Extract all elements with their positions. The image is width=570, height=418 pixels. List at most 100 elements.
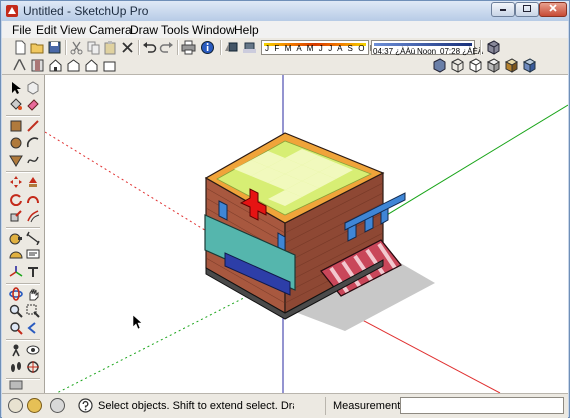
zoom-window-icon[interactable] bbox=[26, 304, 40, 318]
shadow-month-slider[interactable]: J F M A M J J A S O N D bbox=[261, 40, 387, 55]
shaded-textures-icon[interactable] bbox=[504, 58, 519, 73]
toolbar-separator bbox=[65, 40, 67, 55]
orbit-icon[interactable] bbox=[9, 287, 23, 301]
menu-tools[interactable]: Tools bbox=[161, 23, 189, 37]
shadows-toggle-icon[interactable] bbox=[224, 40, 239, 55]
tape-measure-icon[interactable] bbox=[9, 231, 23, 245]
print-icon[interactable] bbox=[181, 40, 196, 55]
scene-canvas[interactable] bbox=[45, 75, 568, 393]
sketchup-app-icon[interactable] bbox=[5, 4, 19, 18]
user-icon[interactable] bbox=[50, 398, 65, 413]
rotate-icon[interactable] bbox=[9, 192, 23, 206]
select-icon[interactable] bbox=[9, 81, 23, 95]
toolbar-separator bbox=[220, 40, 222, 55]
cut-icon[interactable] bbox=[69, 40, 84, 55]
redo-icon[interactable] bbox=[159, 40, 174, 55]
time-start-label: 04:37 ¿ÀÀü bbox=[373, 47, 416, 56]
text-icon[interactable] bbox=[26, 248, 40, 262]
close-button[interactable] bbox=[539, 2, 567, 17]
mouse-cursor-icon bbox=[132, 314, 143, 330]
previous-icon[interactable] bbox=[26, 321, 40, 335]
minimize-button[interactable] bbox=[491, 2, 515, 17]
rectangle-icon[interactable] bbox=[9, 119, 23, 133]
wireframe-icon[interactable] bbox=[450, 58, 465, 73]
tool-separator bbox=[6, 227, 40, 229]
time-end-label: 07:28 ¿ÀÈÄ bbox=[440, 47, 484, 56]
minimize-icon bbox=[500, 9, 506, 11]
follow-me-icon[interactable] bbox=[26, 192, 40, 206]
protractor-icon[interactable] bbox=[9, 248, 23, 262]
menu-help[interactable]: Help bbox=[234, 23, 259, 37]
add-location-icon[interactable] bbox=[9, 380, 23, 390]
monochrome-icon[interactable] bbox=[522, 58, 537, 73]
large-tool-set bbox=[2, 75, 45, 393]
menu-window[interactable]: Window bbox=[192, 23, 235, 37]
menu-view[interactable]: View bbox=[60, 23, 86, 37]
section-plane-icon[interactable] bbox=[26, 360, 40, 374]
polygon-icon[interactable] bbox=[9, 153, 23, 167]
make-component-icon[interactable] bbox=[26, 81, 40, 95]
dimension-icon[interactable] bbox=[26, 231, 40, 245]
components-icon[interactable] bbox=[486, 40, 501, 55]
menu-draw[interactable]: Draw bbox=[130, 23, 158, 37]
front-view-icon[interactable] bbox=[48, 58, 63, 73]
hidden-line-icon[interactable] bbox=[468, 58, 483, 73]
back-view-icon[interactable] bbox=[84, 58, 99, 73]
model-info-icon[interactable] bbox=[200, 40, 215, 55]
geo-location-icon[interactable] bbox=[8, 398, 23, 413]
status-separator bbox=[325, 397, 326, 415]
right-view-icon[interactable] bbox=[66, 58, 81, 73]
position-camera-icon[interactable] bbox=[9, 343, 23, 357]
line-icon[interactable] bbox=[26, 119, 40, 133]
measurements-label: Measurements bbox=[333, 400, 406, 412]
toolbar-separator bbox=[138, 40, 140, 55]
eraser-icon[interactable] bbox=[26, 97, 40, 111]
erase-icon[interactable] bbox=[120, 40, 135, 55]
undo-icon[interactable] bbox=[142, 40, 157, 55]
scale-icon[interactable] bbox=[9, 209, 23, 223]
credits-icon[interactable] bbox=[27, 398, 42, 413]
standard-toolbar: J F M A M J J A S O N D 04:37 ¿ÀÀü Noon … bbox=[2, 38, 568, 58]
freehand-icon[interactable] bbox=[26, 153, 40, 167]
maximize-button[interactable] bbox=[515, 2, 539, 17]
pan-icon[interactable] bbox=[26, 287, 40, 301]
circle-icon[interactable] bbox=[9, 136, 23, 150]
title-bar[interactable]: Untitled - SketchUp Pro bbox=[1, 1, 569, 21]
menu-file[interactable]: File bbox=[12, 23, 31, 37]
3d-text-icon[interactable] bbox=[26, 265, 40, 279]
measurements-input[interactable] bbox=[400, 397, 564, 414]
toolbar-separator bbox=[177, 40, 179, 55]
fog-icon[interactable] bbox=[242, 40, 257, 55]
iso-view-icon[interactable] bbox=[12, 58, 27, 73]
left-view-icon[interactable] bbox=[102, 58, 117, 73]
views-toolbar bbox=[2, 57, 568, 75]
tool-separator bbox=[6, 339, 40, 341]
xray-icon[interactable] bbox=[432, 58, 447, 73]
move-icon[interactable] bbox=[9, 175, 23, 189]
paste-icon[interactable] bbox=[103, 40, 118, 55]
time-noon-label: Noon bbox=[417, 47, 437, 56]
menu-edit[interactable]: Edit bbox=[36, 23, 57, 37]
new-icon[interactable] bbox=[13, 40, 28, 55]
offset-icon[interactable] bbox=[26, 209, 40, 223]
zoom-icon[interactable] bbox=[9, 304, 23, 318]
sketchup-window: Untitled - SketchUp Pro File Edit View C… bbox=[0, 0, 570, 418]
menu-camera[interactable]: Camera bbox=[89, 23, 132, 37]
axes-icon[interactable] bbox=[9, 265, 23, 279]
look-around-icon[interactable] bbox=[26, 343, 40, 357]
model-viewport[interactable] bbox=[45, 75, 568, 393]
top-view-icon[interactable] bbox=[30, 58, 45, 73]
arc-icon[interactable] bbox=[26, 136, 40, 150]
shadow-time-slider[interactable]: 04:37 ¿ÀÀü Noon 07:28 ¿ÀÈÄ bbox=[371, 40, 483, 56]
tool-separator bbox=[6, 283, 40, 285]
copy-icon[interactable] bbox=[86, 40, 101, 55]
paint-bucket-icon[interactable] bbox=[9, 97, 23, 111]
push-pull-icon[interactable] bbox=[26, 175, 40, 189]
open-icon[interactable] bbox=[30, 40, 45, 55]
help-icon[interactable] bbox=[78, 398, 93, 413]
save-icon[interactable] bbox=[47, 40, 62, 55]
shaded-icon[interactable] bbox=[486, 58, 501, 73]
walk-icon[interactable] bbox=[9, 360, 23, 374]
zoom-extents-icon[interactable] bbox=[9, 321, 23, 335]
menu-bar: File Edit View Camera Draw Tools Window … bbox=[2, 21, 568, 39]
